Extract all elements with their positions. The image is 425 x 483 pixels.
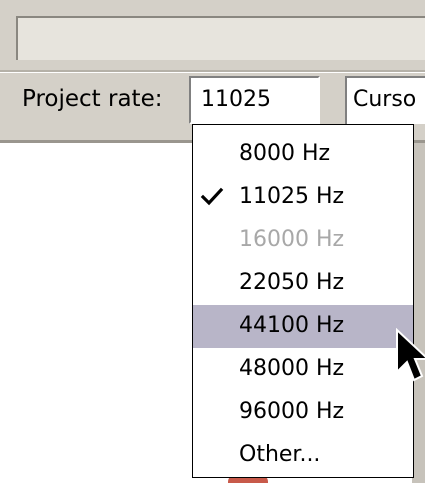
top-input-field[interactable] (16, 16, 425, 60)
menu-item-22050[interactable]: 22050 Hz (193, 262, 413, 305)
menu-item-label: 48000 Hz (239, 356, 345, 381)
project-rate-dropdown: 8000 Hz 11025 Hz 16000 Hz 22050 Hz 44100… (192, 124, 414, 478)
project-rate-combobox[interactable]: 11025 (189, 76, 320, 124)
menu-item-11025[interactable]: 11025 Hz (193, 176, 413, 219)
menu-item-label: 96000 Hz (239, 399, 345, 424)
menu-item-44100[interactable]: 44100 Hz (193, 305, 413, 348)
menu-item-label: 16000 Hz (239, 227, 345, 252)
menu-item-label: 8000 Hz (239, 141, 331, 166)
toolbar-divider (0, 70, 425, 73)
menu-item-label: 11025 Hz (239, 184, 345, 209)
menu-item-label: 44100 Hz (239, 313, 345, 338)
project-rate-value: 11025 (201, 87, 271, 112)
menu-item-label: Other... (239, 442, 321, 467)
menu-item-96000[interactable]: 96000 Hz (193, 391, 413, 434)
menu-item-16000: 16000 Hz (193, 219, 413, 262)
menu-item-other[interactable]: Other... (193, 434, 413, 477)
menu-item-8000[interactable]: 8000 Hz (193, 133, 413, 176)
menu-item-label: 22050 Hz (239, 270, 345, 295)
menu-item-48000[interactable]: 48000 Hz (193, 348, 413, 391)
mouse-pointer-icon (396, 328, 425, 382)
project-rate-label: Project rate: (22, 86, 163, 112)
cursor-combobox[interactable]: Curso (345, 76, 425, 124)
cursor-label: Curso (353, 87, 417, 112)
checkmark-icon (200, 187, 224, 206)
